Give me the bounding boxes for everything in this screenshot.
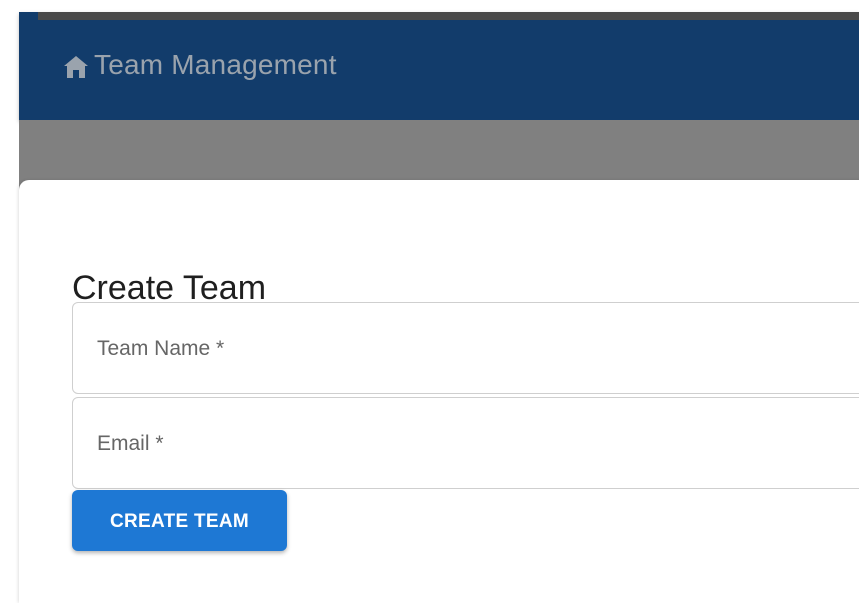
appbar-top-edge (38, 12, 859, 20)
home-icon-svg (64, 56, 88, 78)
email-field[interactable]: Email * (72, 397, 859, 489)
team-name-field[interactable]: Team Name * (72, 302, 859, 394)
team-name-input[interactable] (73, 303, 859, 393)
create-team-button-label: CREATE TEAM (109, 510, 250, 532)
top-edge (0, 0, 859, 12)
app-title: Team Management (94, 49, 337, 80)
create-team-button[interactable]: CREATE TEAM (72, 490, 287, 551)
home-icon[interactable] (62, 54, 90, 80)
email-input[interactable] (73, 398, 859, 488)
team-management-page: Team Management Create Team Team Name * … (0, 0, 859, 603)
